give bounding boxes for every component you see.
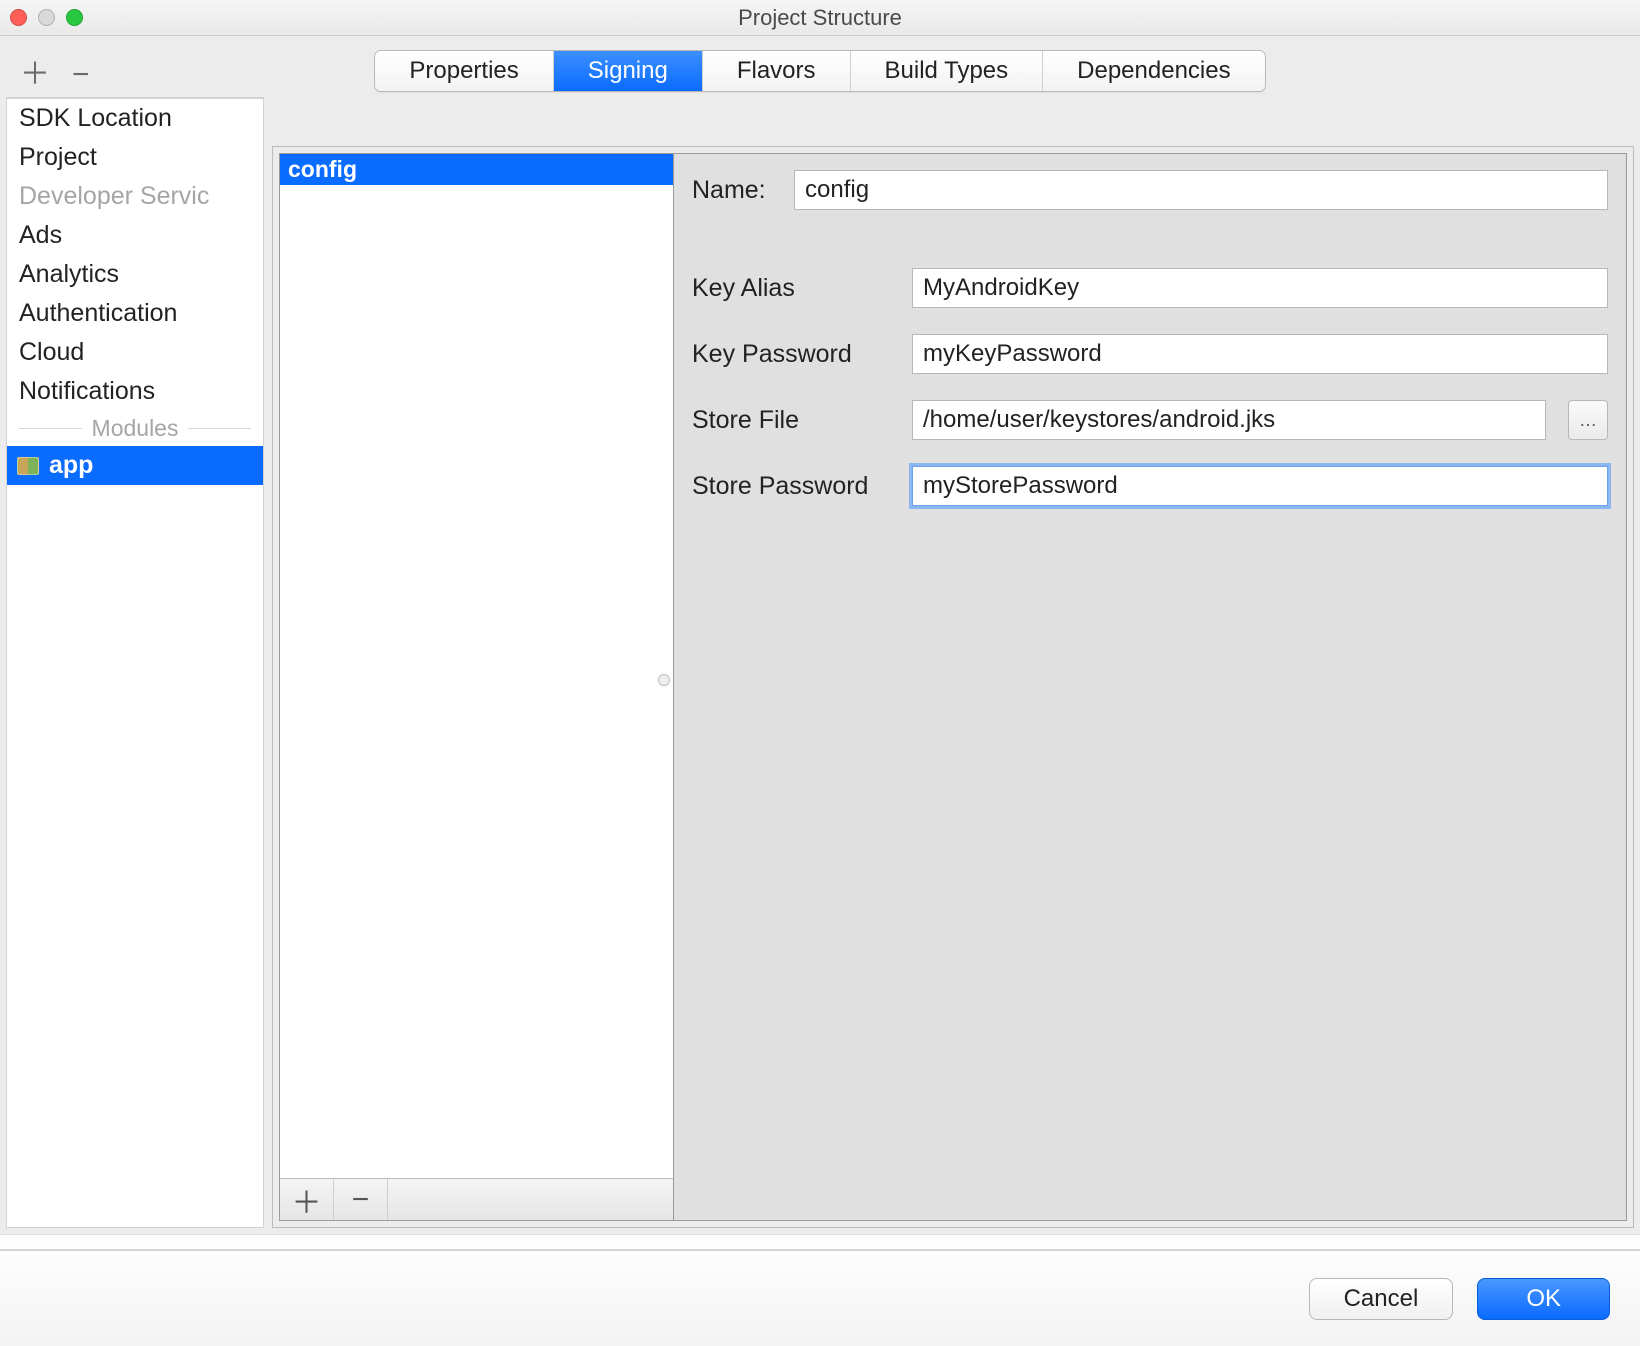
main-panel: config ＋ − Name: Key Alias bbox=[272, 146, 1634, 1228]
tab-segmented-control: Properties Signing Flavors Build Types D… bbox=[374, 50, 1265, 92]
config-list-toolbar: ＋ − bbox=[280, 1178, 673, 1220]
row-key-alias: Key Alias bbox=[692, 268, 1608, 308]
status-bar bbox=[0, 1234, 1640, 1250]
zoom-window-icon[interactable] bbox=[66, 9, 83, 26]
config-list-item[interactable]: config bbox=[280, 154, 673, 185]
key-alias-input[interactable] bbox=[912, 268, 1608, 308]
ok-button[interactable]: OK bbox=[1477, 1278, 1610, 1320]
tab-dependencies[interactable]: Dependencies bbox=[1043, 51, 1264, 91]
tab-flavors[interactable]: Flavors bbox=[703, 51, 851, 91]
sidebar-module-app-label: app bbox=[49, 451, 93, 480]
sidebar-item-cloud[interactable]: Cloud bbox=[7, 333, 263, 372]
sidebar-item-project[interactable]: Project bbox=[7, 138, 263, 177]
drag-knob-icon[interactable] bbox=[658, 674, 670, 686]
store-password-label: Store Password bbox=[692, 472, 898, 501]
add-config-button[interactable]: ＋ bbox=[280, 1179, 334, 1220]
tab-properties[interactable]: Properties bbox=[375, 51, 553, 91]
minimize-window-icon[interactable] bbox=[38, 9, 55, 26]
sidebar-column: ＋ − SDK Location Project Developer Servi… bbox=[6, 52, 264, 1228]
work-area: ＋ − SDK Location Project Developer Servi… bbox=[0, 102, 1640, 1234]
dialog-footer: Cancel OK bbox=[0, 1250, 1640, 1346]
row-key-password: Key Password bbox=[692, 334, 1608, 374]
browse-store-file-button[interactable]: … bbox=[1568, 400, 1608, 440]
spacer bbox=[692, 236, 1608, 242]
ellipsis-icon: … bbox=[1579, 410, 1597, 431]
tab-build-types[interactable]: Build Types bbox=[851, 51, 1044, 91]
tab-signing[interactable]: Signing bbox=[554, 51, 703, 91]
store-password-input[interactable] bbox=[912, 466, 1608, 506]
name-label: Name: bbox=[692, 176, 780, 205]
sidebar-item-analytics[interactable]: Analytics bbox=[7, 255, 263, 294]
row-store-password: Store Password bbox=[692, 466, 1608, 506]
dialog-body: Properties Signing Flavors Build Types D… bbox=[0, 36, 1640, 1346]
store-file-label: Store File bbox=[692, 406, 898, 435]
form-column: Name: Key Alias Key Password Store File bbox=[674, 154, 1626, 1220]
tab-strip: Properties Signing Flavors Build Types D… bbox=[0, 36, 1640, 102]
close-window-icon[interactable] bbox=[10, 9, 27, 26]
sidebar: SDK Location Project Developer Servic Ad… bbox=[6, 98, 264, 1228]
sidebar-item-authentication[interactable]: Authentication bbox=[7, 294, 263, 333]
cancel-button[interactable]: Cancel bbox=[1309, 1278, 1454, 1320]
window-controls bbox=[10, 9, 83, 26]
row-store-file: Store File … bbox=[692, 400, 1608, 440]
split-handle[interactable] bbox=[264, 102, 272, 1228]
key-alias-label: Key Alias bbox=[692, 274, 898, 303]
store-file-input[interactable] bbox=[912, 400, 1546, 440]
key-password-label: Key Password bbox=[692, 340, 898, 369]
config-list: config bbox=[280, 154, 673, 1178]
sidebar-item-sdk-location[interactable]: SDK Location bbox=[7, 99, 263, 138]
name-input[interactable] bbox=[794, 170, 1608, 210]
sidebar-separator-modules: Modules bbox=[7, 411, 263, 446]
key-password-input[interactable] bbox=[912, 334, 1608, 374]
sidebar-item-ads[interactable]: Ads bbox=[7, 216, 263, 255]
row-name: Name: bbox=[692, 170, 1608, 210]
titlebar: Project Structure bbox=[0, 0, 1640, 36]
config-list-column: config ＋ − bbox=[280, 154, 674, 1220]
sidebar-item-notifications[interactable]: Notifications bbox=[7, 372, 263, 411]
inner-panel: config ＋ − Name: Key Alias bbox=[279, 153, 1627, 1221]
remove-config-button[interactable]: − bbox=[334, 1179, 388, 1220]
sidebar-group-developer-services: Developer Servic bbox=[7, 177, 263, 216]
window-title: Project Structure bbox=[738, 5, 902, 31]
module-icon bbox=[17, 457, 39, 475]
sidebar-group-modules-label: Modules bbox=[92, 415, 179, 442]
sidebar-module-app[interactable]: app bbox=[7, 446, 263, 485]
